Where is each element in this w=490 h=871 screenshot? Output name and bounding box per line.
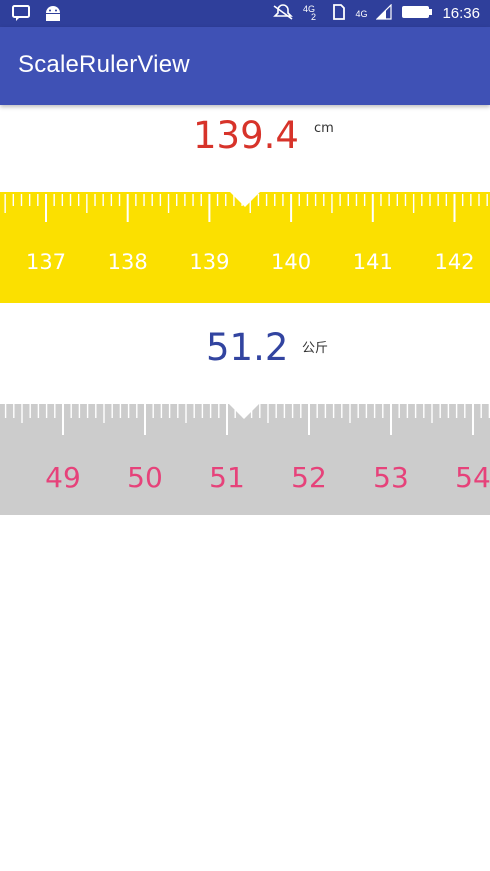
weight-unit: 公斤 (302, 341, 329, 356)
weight-ruler-indicator (229, 404, 259, 419)
ruler-label: 137 (26, 250, 66, 274)
ruler-label: 50 (127, 461, 163, 494)
message-icon (12, 5, 30, 26)
height-ruler-indicator (230, 192, 260, 207)
height-ruler[interactable]: 137 138 139 140 141 142 (0, 192, 490, 303)
ruler-label: 49 (45, 461, 81, 494)
weight-ruler-scale[interactable]: 49 50 51 52 53 54 (0, 404, 490, 515)
ruler-label: 140 (271, 250, 311, 274)
ruler-background (0, 404, 490, 515)
network-type-label: 4G (355, 8, 368, 19)
status-time: 16:36 (442, 5, 480, 22)
height-ruler-scale[interactable]: 137 138 139 140 141 142 (0, 192, 490, 303)
status-bar: 4G 2 4G 16:36 (0, 0, 490, 27)
ruler-background (0, 192, 490, 303)
weight-ruler[interactable]: 49 50 51 52 53 54 (0, 404, 490, 515)
weight-value-row: 51.2 公斤 (0, 324, 490, 374)
height-value-row: 139.4 cm (0, 112, 490, 162)
height-unit: cm (314, 121, 334, 136)
ruler-label: 54 (455, 461, 490, 494)
weight-value: 51.2 (206, 326, 289, 369)
mute-icon (272, 4, 294, 23)
ruler-label: 52 (291, 461, 327, 494)
battery-icon (401, 4, 433, 23)
signal-4g-icon: 4G 2 (303, 4, 323, 23)
android-icon (44, 5, 62, 26)
ruler-label: 138 (108, 250, 148, 274)
app-bar: ScaleRulerView (0, 27, 490, 105)
app-title: ScaleRulerView (18, 51, 190, 78)
height-value: 139.4 (193, 114, 299, 157)
sim-icon (332, 4, 346, 23)
ruler-label: 53 (373, 461, 409, 494)
cellular-icon (376, 3, 393, 23)
svg-text:2: 2 (311, 12, 316, 20)
ruler-label: 51 (209, 461, 245, 494)
ruler-label: 141 (353, 250, 393, 274)
ruler-label: 142 (434, 250, 474, 274)
ruler-label: 139 (189, 250, 229, 274)
